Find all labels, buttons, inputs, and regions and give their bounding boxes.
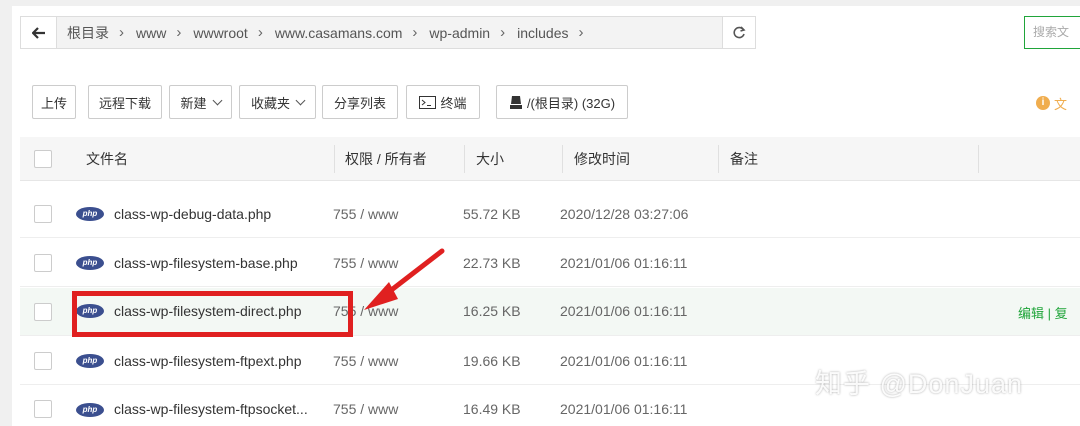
breadcrumb-item[interactable]: wp-admin: [429, 25, 490, 41]
file-permission[interactable]: 755 / www: [333, 353, 398, 369]
disk-button[interactable]: /(根目录) (32G): [496, 85, 628, 119]
chevron-down-icon: [212, 95, 222, 105]
row-actions[interactable]: 编辑 | 复: [1018, 303, 1068, 322]
column-header-name[interactable]: 文件名: [86, 137, 128, 181]
file-permission[interactable]: 755 / www: [333, 206, 398, 222]
column-header-size[interactable]: 大小: [476, 137, 504, 181]
column-divider: [718, 145, 719, 173]
row-checkbox[interactable]: [34, 400, 52, 418]
favorites-dropdown-button[interactable]: 收藏夹: [239, 85, 316, 119]
file-name-link[interactable]: class-wp-filesystem-base.php: [114, 255, 298, 271]
remote-download-button[interactable]: 远程下载: [88, 85, 162, 119]
chevron-right-icon: ›: [578, 24, 584, 41]
path-bar: 根目录 › www › wwwroot › www.casamans.com › wp-…: [20, 16, 734, 49]
file-size: 19.66 KB: [463, 353, 521, 369]
breadcrumb-item[interactable]: www: [136, 25, 166, 41]
file-mtime: 2021/01/06 01:16:11: [560, 303, 688, 319]
file-mtime: 2021/01/06 01:16:11: [560, 401, 688, 417]
chevron-right-icon: ›: [412, 24, 418, 41]
chevron-right-icon: ›: [119, 24, 124, 41]
file-table-header: 文件名 权限 / 所有者 大小 修改时间 备注: [20, 137, 1080, 181]
breadcrumb-item[interactable]: www.casamans.com: [275, 25, 403, 41]
column-divider: [978, 145, 979, 173]
chevron-right-icon: ›: [500, 24, 506, 41]
new-label: 新建: [180, 95, 207, 111]
chevron-right-icon: ›: [257, 24, 263, 41]
breadcrumb: 根目录 › www › wwwroot › www.casamans.com › wp-…: [57, 23, 595, 43]
file-size: 22.73 KB: [463, 255, 521, 271]
column-header-mtime[interactable]: 修改时间: [574, 137, 630, 181]
select-all-checkbox[interactable]: [34, 150, 52, 168]
upload-label: 上传: [40, 95, 67, 111]
disk-icon: [509, 95, 522, 109]
file-size: 16.49 KB: [463, 401, 521, 417]
breadcrumb-item[interactable]: wwwroot: [193, 25, 247, 41]
disk-label: /(根目录) (32G): [526, 95, 616, 111]
terminal-label: 终端: [440, 95, 467, 111]
table-row[interactable]: php class-wp-filesystem-base.php 755 / w…: [20, 239, 1080, 287]
file-mtime: 2020/12/28 03:27:06: [560, 206, 689, 222]
row-checkbox[interactable]: [34, 254, 52, 272]
refresh-icon: [733, 25, 746, 38]
column-divider: [464, 145, 465, 173]
column-divider: [334, 145, 335, 173]
watermark: 知乎 @DonJuan: [815, 369, 1023, 399]
file-name-link[interactable]: class-wp-filesystem-ftpsocket...: [114, 401, 308, 417]
favorites-label: 收藏夹: [250, 95, 290, 111]
file-permission[interactable]: 755 / www: [333, 255, 398, 271]
column-header-note: 备注: [730, 151, 758, 167]
table-row[interactable]: php class-wp-debug-data.php 755 / www 55…: [20, 190, 1080, 238]
file-permission[interactable]: 755 / www: [333, 401, 398, 417]
php-file-icon: php: [76, 256, 104, 270]
file-size: 55.72 KB: [463, 206, 521, 222]
row-checkbox[interactable]: [34, 205, 52, 223]
upload-button[interactable]: 上传: [32, 85, 76, 119]
file-size: 16.25 KB: [463, 303, 521, 319]
share-list-button[interactable]: 分享列表: [322, 85, 398, 119]
remote-download-label: 远程下载: [98, 95, 151, 111]
file-name-link[interactable]: class-wp-filesystem-ftpext.php: [114, 353, 302, 369]
info-icon: i: [1036, 96, 1050, 110]
breadcrumb-item[interactable]: includes: [517, 25, 568, 41]
annotation-highlight-box: [72, 291, 353, 337]
php-file-icon: php: [76, 207, 104, 221]
back-button[interactable]: [21, 17, 57, 48]
breadcrumb-item[interactable]: 根目录: [67, 23, 109, 43]
info-text[interactable]: 文: [1054, 94, 1067, 113]
terminal-button[interactable]: 终端: [406, 85, 480, 119]
php-file-icon: php: [76, 403, 104, 417]
file-mtime: 2021/01/06 01:16:11: [560, 353, 688, 369]
share-list-label: 分享列表: [333, 95, 386, 111]
file-name-link[interactable]: class-wp-debug-data.php: [114, 206, 271, 222]
new-dropdown-button[interactable]: 新建: [169, 85, 232, 119]
file-mtime: 2021/01/06 01:16:11: [560, 255, 688, 271]
chevron-down-icon: [295, 95, 306, 105]
row-checkbox[interactable]: [34, 352, 52, 370]
arrow-left-icon: [31, 26, 45, 39]
search-input[interactable]: 搜索文: [1024, 16, 1080, 49]
column-header-permission[interactable]: 权限 / 所有者: [345, 137, 427, 181]
terminal-icon: [419, 95, 437, 109]
chevron-right-icon: ›: [176, 24, 182, 41]
refresh-button[interactable]: [722, 16, 756, 49]
row-checkbox[interactable]: [34, 303, 52, 321]
column-divider: [562, 145, 563, 173]
php-file-icon: php: [76, 354, 104, 368]
